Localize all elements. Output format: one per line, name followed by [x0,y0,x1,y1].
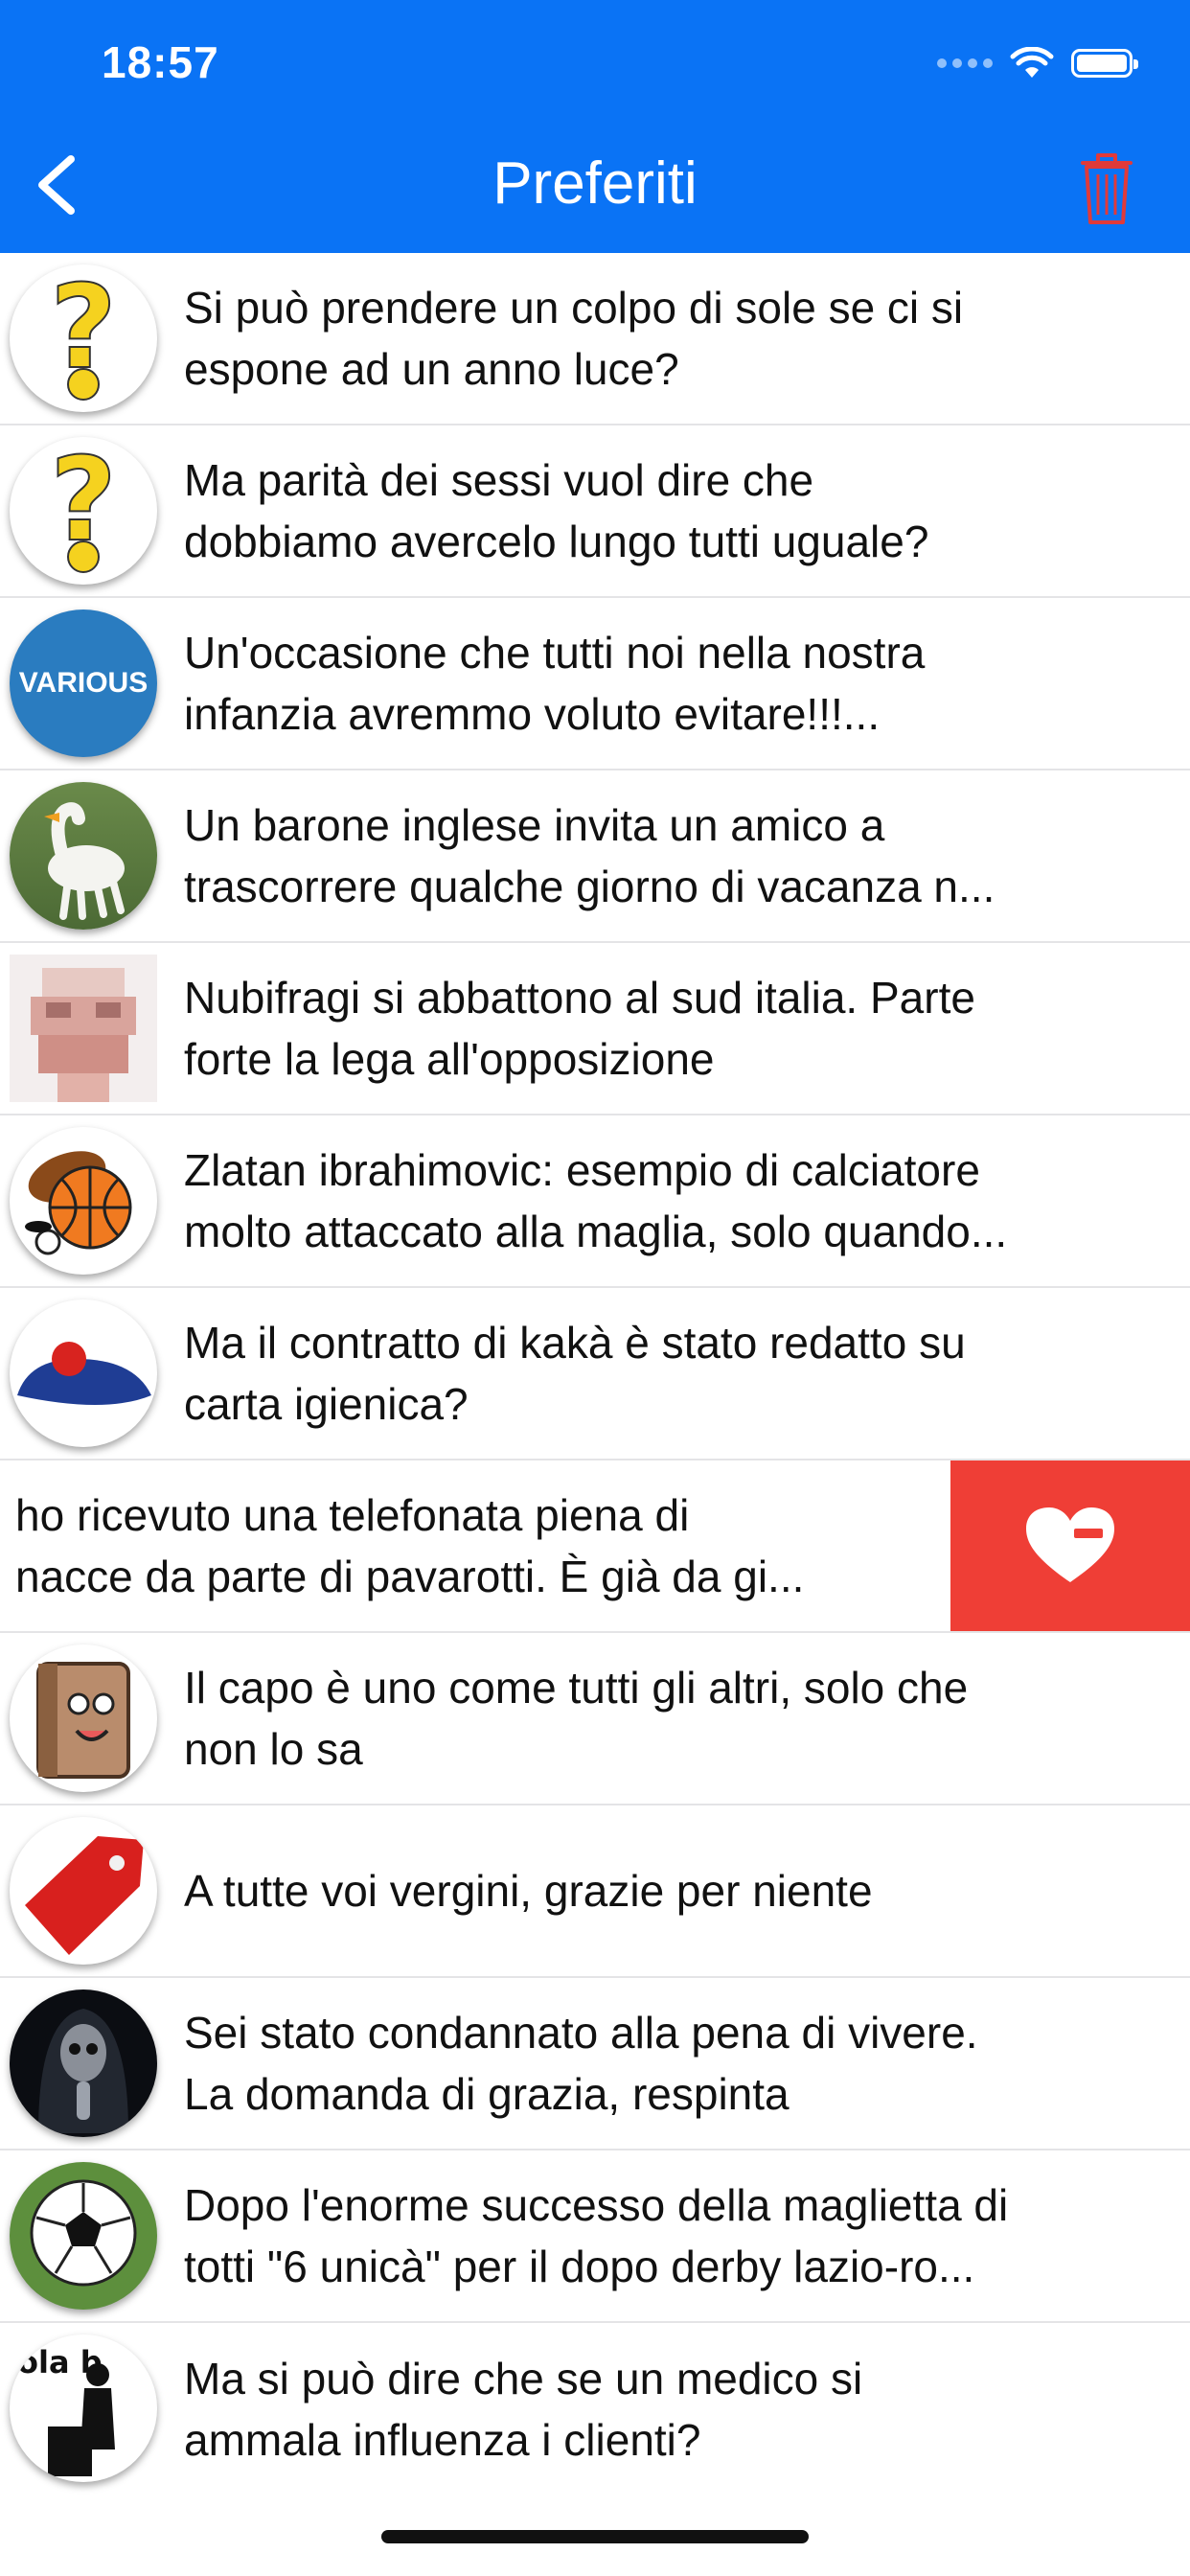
item-text-line: molto attaccato alla maglia, solo quando… [184,1207,1008,1256]
item-text-line: Nubifragi si abbattono al sud italia. Pa… [184,973,975,1023]
item-text-line: ammala influenza i clienti? [184,2415,701,2465]
item-text-line: Ma si può dire che se un medico si [184,2354,863,2404]
item-text-line: Si può prendere un colpo di sole se ci s… [184,283,964,333]
list-item[interactable]: Un barone inglese invita un amico a tras… [0,770,1190,943]
item-text-line: non lo sa [184,1724,363,1774]
item-text-line: trascorrere qualche giorno di vacanza n.… [184,862,995,911]
item-text-line: carta igienica? [184,1379,469,1429]
list-item[interactable]: ? Si può prendere un colpo di sole se ci… [0,253,1190,426]
item-text-line: Un barone inglese invita un amico a [184,800,885,850]
item-text-line: Zlatan ibrahimovic: esempio di calciator… [184,1145,980,1195]
item-text-line: Un'occasione che tutti noi nella nostra [184,628,926,678]
item-text-line: ho ricevuto una telefonata piena di [15,1490,690,1540]
favorites-list: ? Si può prendere un colpo di sole se ci… [0,253,1190,2496]
book-character-icon [10,1644,157,1792]
status-icons [937,42,1138,84]
list-item[interactable]: Zlatan ibrahimovic: esempio di calciator… [0,1116,1190,1288]
item-text-line: infanzia avremmo voluto evitare!!!... [184,689,881,739]
item-text-line: La domanda di grazia, respinta [184,2069,790,2119]
item-text-line: Ma il contratto di kakà è stato redatto … [184,1318,966,1368]
home-indicator[interactable] [381,2530,809,2543]
duck-horse-image [10,782,157,930]
item-text-line: A tutte voi vergini, grazie per niente [184,1866,873,1916]
item-text-line: Il capo è uno come tutti gli altri, solo… [184,1663,969,1713]
list-item-swiped[interactable]: ho ricevuto una telefonata piena di nacc… [0,1460,1190,1633]
soccer-ball-icon [10,2162,157,2310]
avatar-label: VARIOUS [18,667,149,699]
item-text-line: Sei stato condannato alla pena di vivere… [184,2008,978,2058]
trash-icon[interactable] [1075,150,1138,226]
sports-balls-icon [10,1127,157,1275]
wifi-icon [1010,47,1054,78]
beret-hat-icon [10,1300,157,1447]
grim-reaper-icon [10,1990,157,2137]
question-mark-icon: ? [10,264,157,412]
list-item[interactable]: Sei stato condannato alla pena di vivere… [0,1978,1190,2150]
list-item[interactable]: Nubifragi si abbattono al sud italia. Pa… [0,943,1190,1116]
cellular-signal-icon [937,58,993,68]
question-mark-icon: ? [10,437,157,585]
item-text-line: totti "6 unicà" per il dopo derby lazio-… [184,2242,975,2291]
list-item[interactable]: Dopo l'enorme successo della maglietta d… [0,2150,1190,2323]
item-text-line: dobbiamo avercelo lungo tutti uguale? [184,517,929,566]
nav-header: 18:57 Preferiti [0,0,1190,253]
item-text-line: Dopo l'enorme successo della maglietta d… [184,2180,1009,2230]
heart-minus-icon [1026,1507,1114,1582]
list-item[interactable]: A tutte voi vergini, grazie per niente [0,1806,1190,1978]
battery-icon [1071,49,1138,78]
list-item[interactable]: ? Ma parità dei sessi vuol dire che dobb… [0,426,1190,598]
page-title: Preferiti [492,150,698,217]
pixelated-face-image [10,954,157,1102]
speaker-podium-icon: ola b [10,2334,157,2482]
various-badge-icon: VARIOUS [10,610,157,757]
list-item[interactable]: ola b Ma si può dire che se un medico si… [0,2323,1190,2496]
tag-icon [10,1817,157,1965]
item-text-line: Ma parità dei sessi vuol dire che [184,455,814,505]
remove-favorite-button[interactable] [950,1460,1190,1631]
item-text-line: espone ad un anno luce? [184,344,679,394]
item-text-line: nacce da parte di pavarotti. È già da gi… [15,1552,805,1601]
item-text-line: forte la lega all'opposizione [184,1034,715,1084]
list-item[interactable]: VARIOUS Un'occasione che tutti noi nella… [0,598,1190,770]
list-item[interactable]: Ma il contratto di kakà è stato redatto … [0,1288,1190,1460]
status-time: 18:57 [102,37,219,87]
list-item[interactable]: Il capo è uno come tutti gli altri, solo… [0,1633,1190,1806]
